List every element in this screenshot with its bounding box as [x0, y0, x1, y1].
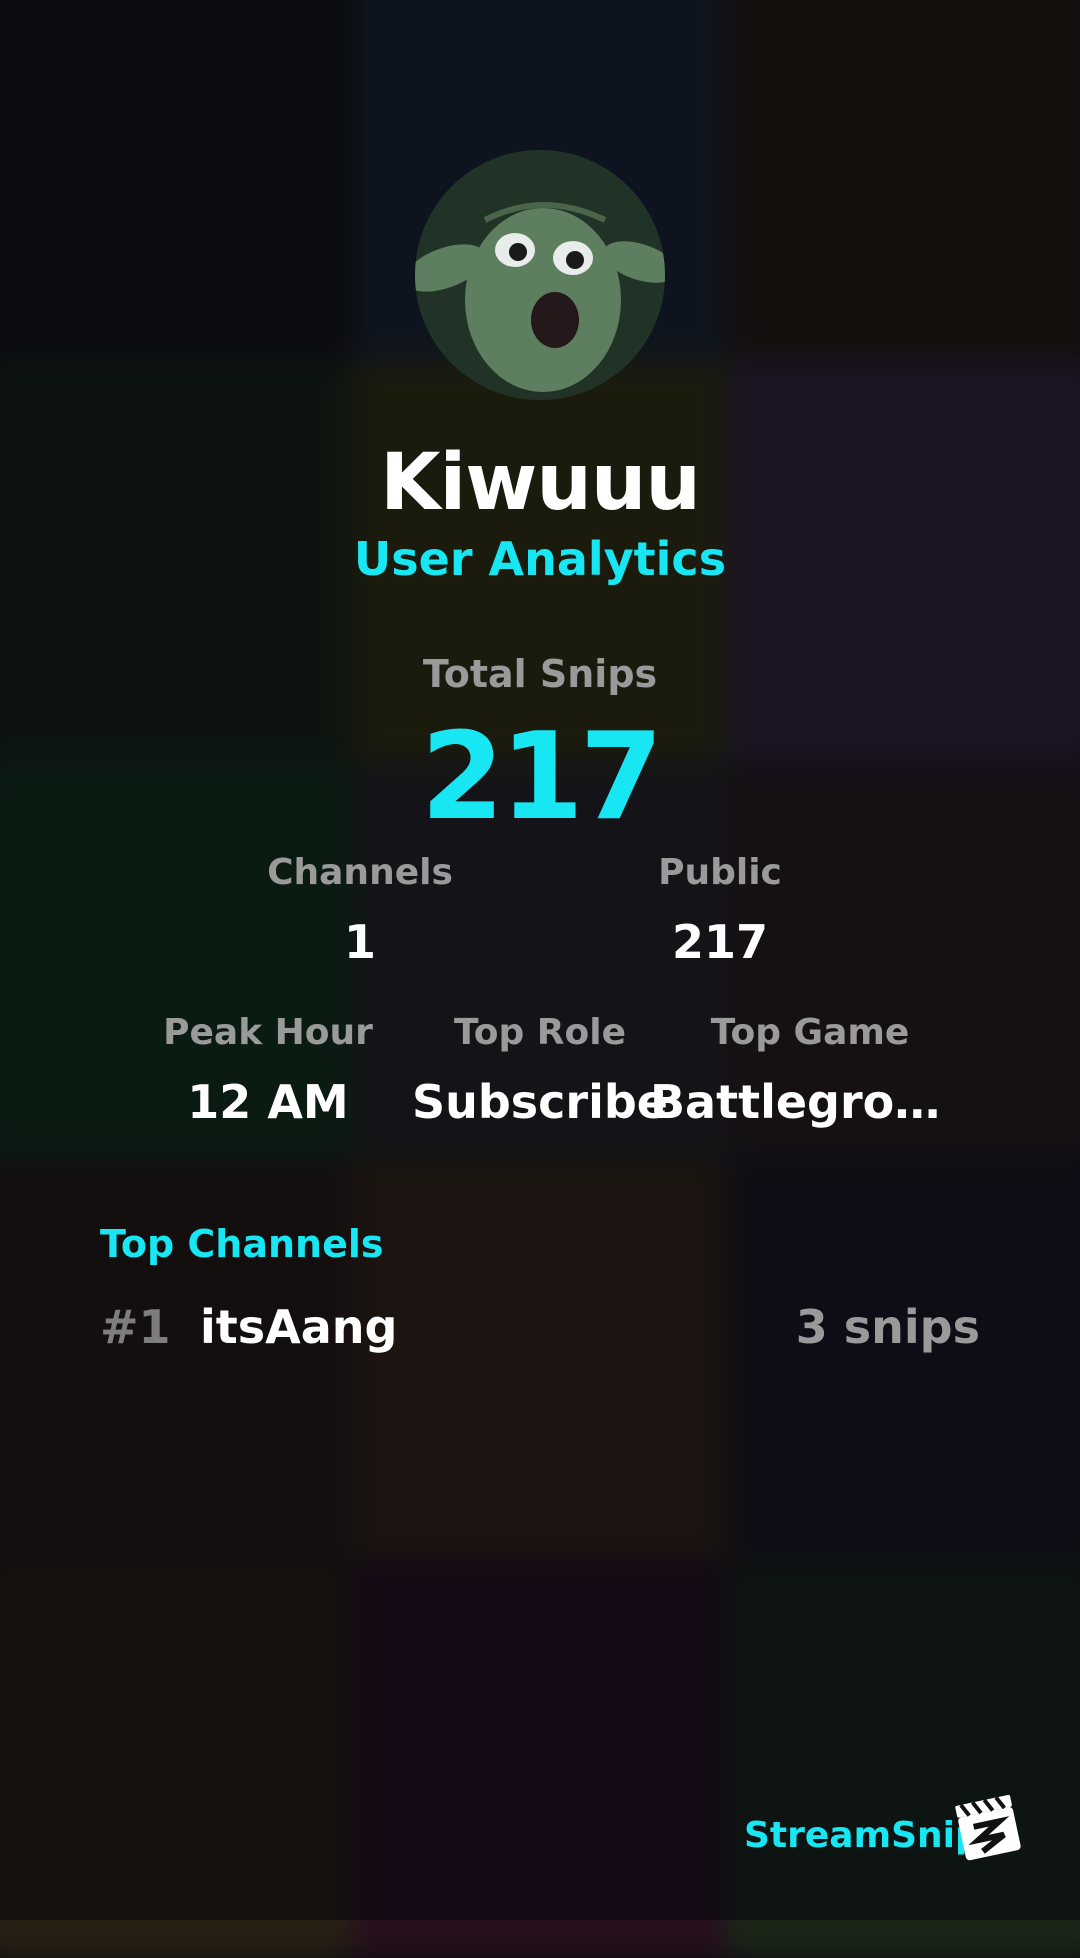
- total-snips-label: Total Snips: [422, 652, 658, 696]
- top-game-value: Battleground..: [650, 1075, 970, 1129]
- username: Kiwuuu: [380, 438, 701, 528]
- stat-channels: Channels 1: [200, 852, 520, 969]
- brand-name: StreamSnip: [744, 1815, 981, 1856]
- top-channels-title: Top Channels: [100, 1222, 384, 1266]
- yoda-avatar-icon: [415, 150, 665, 400]
- channels-value: 1: [343, 915, 376, 969]
- stat-public: Public 217: [560, 852, 880, 969]
- page-subtitle: User Analytics: [353, 532, 727, 586]
- clapperboard-icon: [950, 1790, 1024, 1864]
- avatar: [415, 150, 665, 400]
- top-channel-row: #1 itsAang 3 snips: [100, 1300, 980, 1370]
- channel-snip-count: 3 snips: [795, 1300, 980, 1354]
- channel-rank: #1: [100, 1300, 171, 1354]
- total-snips-value: 217: [420, 708, 664, 847]
- channel-name: itsAang: [200, 1300, 398, 1354]
- public-value: 217: [671, 915, 769, 969]
- channels-label: Channels: [267, 852, 453, 893]
- stat-top-game: Top Game Battleground..: [650, 1012, 970, 1129]
- public-label: Public: [658, 852, 782, 893]
- analytics-card: Kiwuuu User Analytics Total Snips 217 Ch…: [0, 0, 1080, 1920]
- top-game-label: Top Game: [710, 1012, 910, 1053]
